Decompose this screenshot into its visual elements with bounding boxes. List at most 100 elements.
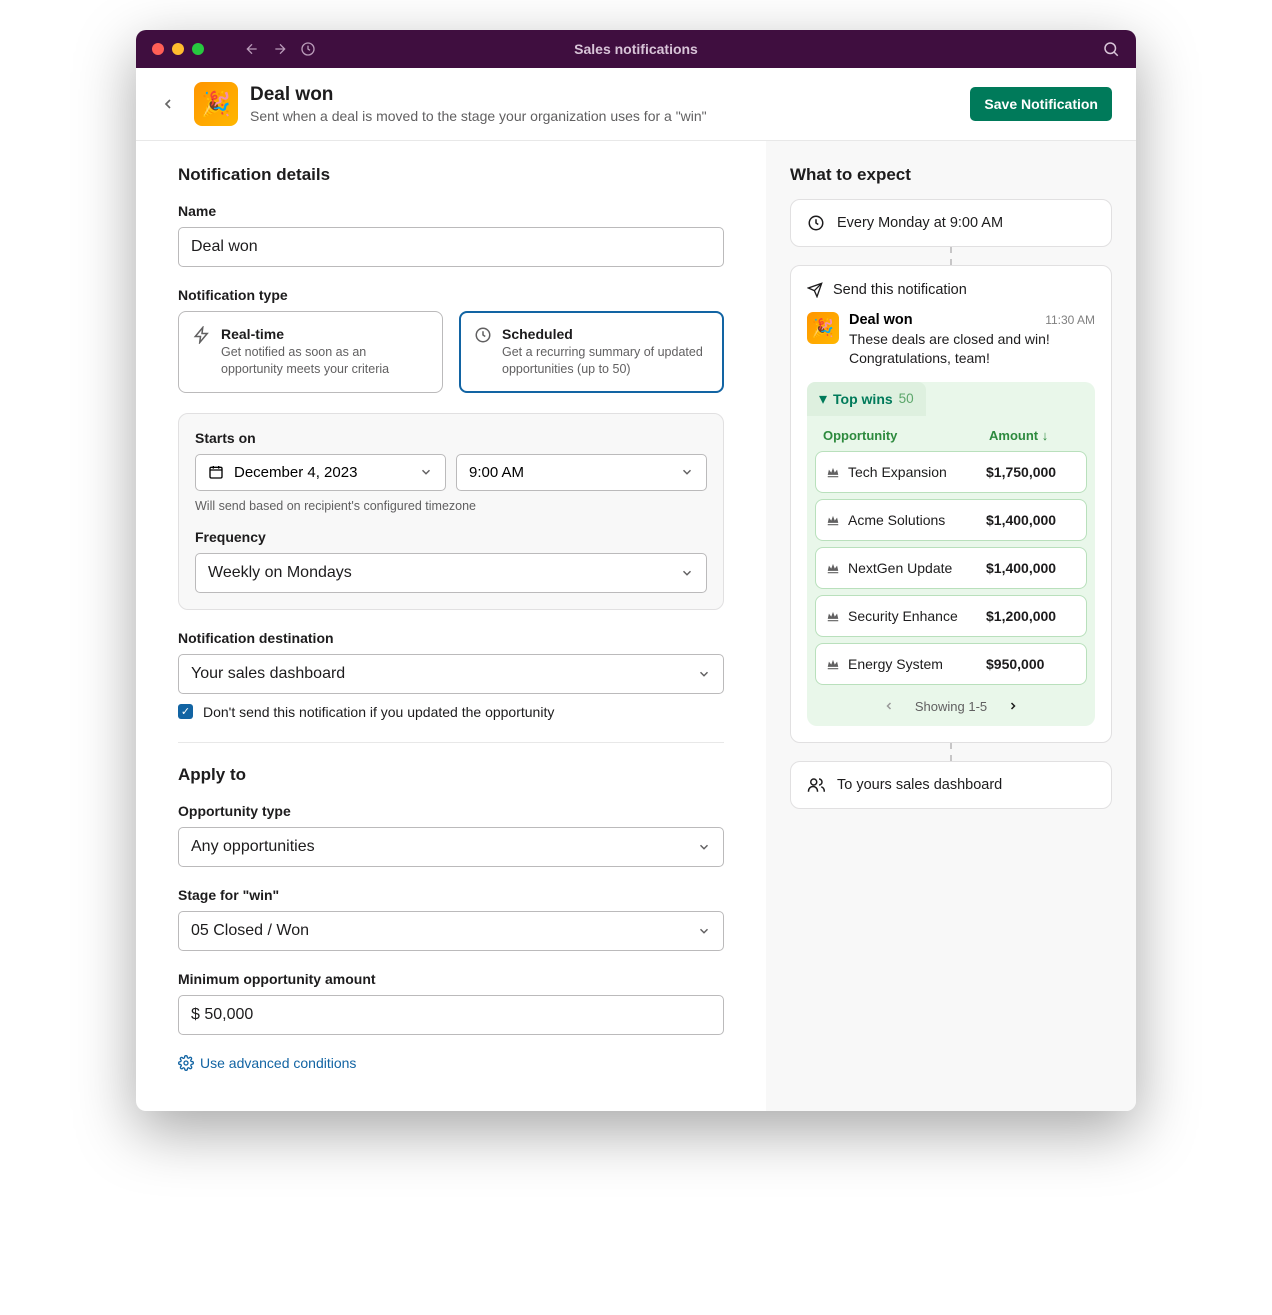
opportunity-type-field: Opportunity type Any opportunities xyxy=(178,803,724,867)
table-row[interactable]: Tech Expansion $1,750,000 xyxy=(815,451,1087,493)
divider xyxy=(178,742,724,743)
checkbox-checked-icon: ✓ xyxy=(178,704,193,719)
page-subtitle: Sent when a deal is moved to the stage y… xyxy=(250,108,707,124)
search-button[interactable] xyxy=(1102,40,1120,58)
table-row[interactable]: Acme Solutions $1,400,000 xyxy=(815,499,1087,541)
scheduled-title: Scheduled xyxy=(502,326,709,342)
date-picker[interactable]: December 4, 2023 xyxy=(195,454,446,491)
crown-icon xyxy=(826,513,840,527)
starts-on-label: Starts on xyxy=(195,430,707,446)
opportunity-amount: $1,400,000 xyxy=(986,560,1076,576)
preview-text: These deals are closed and win! Congratu… xyxy=(849,330,1095,368)
nav-forward-button[interactable] xyxy=(272,41,288,57)
caret-down-icon: ▾ xyxy=(819,389,827,409)
clock-icon xyxy=(807,214,825,232)
page-title: Deal won xyxy=(250,84,707,106)
wins-headers: Opportunity Amount ↓ xyxy=(815,422,1087,451)
minimize-window-button[interactable] xyxy=(172,43,184,55)
chevron-down-icon xyxy=(697,924,711,938)
history-button[interactable] xyxy=(300,41,316,57)
opportunity-name: NextGen Update xyxy=(848,560,952,576)
frequency-select[interactable]: Weekly on Mondays xyxy=(195,553,707,593)
opportunity-type-value: Any opportunities xyxy=(191,838,315,856)
col-amount[interactable]: Amount ↓ xyxy=(989,428,1079,443)
connector-line xyxy=(950,743,952,761)
crown-icon xyxy=(826,561,840,575)
destination-label: Notification destination xyxy=(178,630,724,646)
chevron-down-icon xyxy=(680,465,694,479)
name-input[interactable] xyxy=(178,227,724,267)
party-popper-icon: 🎉 xyxy=(194,82,238,126)
frequency-label: Frequency xyxy=(195,529,707,545)
what-to-expect-title: What to expect xyxy=(790,165,1112,185)
col-opportunity: Opportunity xyxy=(823,428,989,443)
table-row[interactable]: Energy System $950,000 xyxy=(815,643,1087,685)
stage-value: 05 Closed / Won xyxy=(191,922,309,940)
wins-rows: Tech Expansion $1,750,000 Acme Solutions… xyxy=(815,451,1087,685)
opportunity-amount: $1,200,000 xyxy=(986,608,1076,624)
suppress-self-checkbox[interactable]: ✓ Don't send this notification if you up… xyxy=(178,704,724,720)
save-notification-button[interactable]: Save Notification xyxy=(970,87,1112,121)
connector-line xyxy=(950,247,952,265)
opportunity-name: Tech Expansion xyxy=(848,464,947,480)
destination-select[interactable]: Your sales dashboard xyxy=(178,654,724,694)
chevron-down-icon xyxy=(697,840,711,854)
min-amount-input[interactable] xyxy=(178,995,724,1035)
scheduled-option[interactable]: Scheduled Get a recurring summary of upd… xyxy=(459,311,724,393)
pager: Showing 1-5 xyxy=(815,691,1087,718)
chevron-down-icon xyxy=(697,667,711,681)
crown-icon xyxy=(826,465,840,479)
nav-arrows xyxy=(244,41,316,57)
opportunity-name: Security Enhance xyxy=(848,608,958,624)
wins-count: 50 xyxy=(899,391,914,406)
name-label: Name xyxy=(178,203,724,219)
apply-to-title: Apply to xyxy=(178,765,724,785)
top-wins-box: ▾ Top wins 50 Opportunity Amount ↓ Tech … xyxy=(807,382,1095,726)
pager-text: Showing 1-5 xyxy=(915,699,987,714)
opportunity-name: Acme Solutions xyxy=(848,512,945,528)
advanced-conditions-link[interactable]: Use advanced conditions xyxy=(178,1055,724,1071)
stage-select[interactable]: 05 Closed / Won xyxy=(178,911,724,951)
nav-back-button[interactable] xyxy=(244,41,260,57)
pager-prev-button[interactable] xyxy=(883,700,895,712)
stage-label: Stage for "win" xyxy=(178,887,724,903)
maximize-window-button[interactable] xyxy=(192,43,204,55)
scheduled-desc: Get a recurring summary of updated oppor… xyxy=(502,344,709,378)
notification-preview: Send this notification 🎉 Deal won 11:30 … xyxy=(790,265,1112,743)
top-wins-tab[interactable]: ▾ Top wins 50 xyxy=(807,382,926,416)
opportunity-type-label: Opportunity type xyxy=(178,803,724,819)
opportunity-amount: $1,400,000 xyxy=(986,512,1076,528)
advanced-link-text: Use advanced conditions xyxy=(200,1055,356,1071)
opportunity-amount: $950,000 xyxy=(986,656,1076,672)
destination-field: Notification destination Your sales dash… xyxy=(178,630,724,720)
back-button[interactable] xyxy=(160,96,176,112)
table-row[interactable]: NextGen Update $1,400,000 xyxy=(815,547,1087,589)
schedule-summary-text: Every Monday at 9:00 AM xyxy=(837,215,1003,231)
type-field: Notification type Real-time Get notified… xyxy=(178,287,724,393)
app-window: Sales notifications 🎉 Deal won Sent when… xyxy=(136,30,1136,1111)
pager-next-button[interactable] xyxy=(1007,700,1019,712)
wins-title: Top wins xyxy=(833,391,893,407)
opportunity-amount: $1,750,000 xyxy=(986,464,1076,480)
frequency-value: Weekly on Mondays xyxy=(208,564,352,582)
send-icon xyxy=(807,282,823,298)
min-amount-label: Minimum opportunity amount xyxy=(178,971,724,987)
destination-summary-text: To yours sales dashboard xyxy=(837,777,1002,793)
time-value: 9:00 AM xyxy=(469,464,524,481)
opportunity-type-select[interactable]: Any opportunities xyxy=(178,827,724,867)
chevron-down-icon xyxy=(419,465,433,479)
schedule-summary-card: Every Monday at 9:00 AM xyxy=(790,199,1112,247)
right-column: What to expect Every Monday at 9:00 AM S… xyxy=(766,141,1136,1111)
preview-time: 11:30 AM xyxy=(1045,313,1095,327)
time-picker[interactable]: 9:00 AM xyxy=(456,454,707,491)
destination-summary-card: To yours sales dashboard xyxy=(790,761,1112,809)
table-row[interactable]: Security Enhance $1,200,000 xyxy=(815,595,1087,637)
realtime-option[interactable]: Real-time Get notified as soon as an opp… xyxy=(178,311,443,393)
lightning-icon xyxy=(193,326,211,378)
close-window-button[interactable] xyxy=(152,43,164,55)
send-label: Send this notification xyxy=(833,282,967,298)
clock-schedule-icon xyxy=(474,326,492,378)
realtime-desc: Get notified as soon as an opportunity m… xyxy=(221,344,428,378)
crown-icon xyxy=(826,609,840,623)
left-column: Notification details Name Notification t… xyxy=(136,141,766,1111)
